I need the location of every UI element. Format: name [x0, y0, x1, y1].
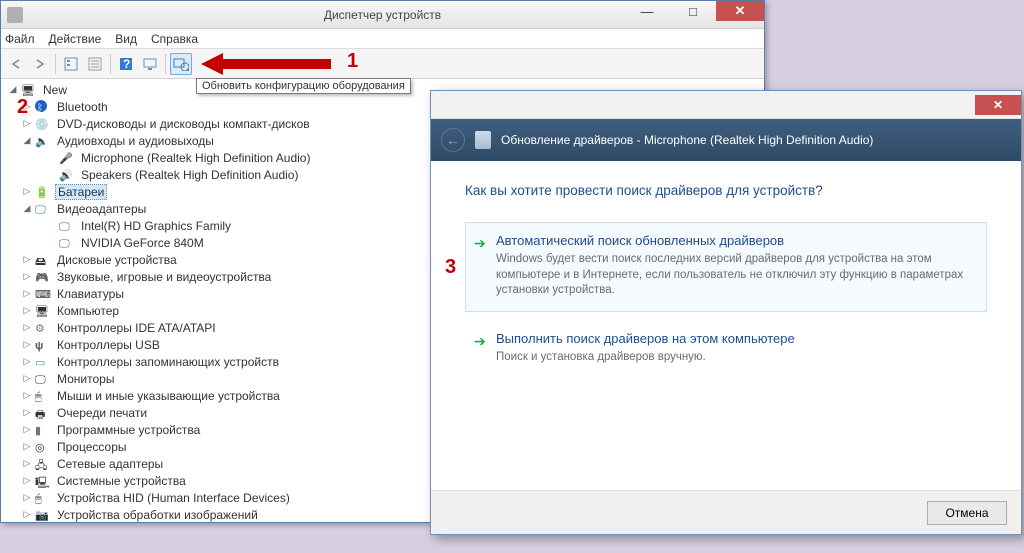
annotation-number-2: 2: [17, 96, 28, 119]
storage-icon: [35, 355, 51, 369]
toolbar-scan-button[interactable]: [139, 53, 161, 75]
toolbar-show-hide-button[interactable]: [60, 53, 82, 75]
microphone-icon: [59, 151, 75, 165]
dialog-header: ← Обновление драйверов - Microphone (Rea…: [431, 119, 1021, 161]
camera-icon: [35, 508, 51, 522]
mouse-icon: [35, 389, 51, 403]
maximize-button[interactable]: □: [670, 1, 716, 21]
monitor-icon: [35, 372, 51, 386]
annotation-number-3: 3: [445, 256, 456, 279]
dialog-header-title: Обновление драйверов - Microphone (Realt…: [501, 133, 873, 147]
menu-action[interactable]: Действие: [49, 32, 102, 46]
dialog-question: Как вы хотите провести поиск драйверов д…: [465, 183, 987, 198]
system-device-icon: [35, 474, 51, 488]
toolbar-help-button[interactable]: ?: [115, 53, 137, 75]
option-browse-computer[interactable]: ➔ Выполнить поиск драйверов на этом комп…: [465, 320, 987, 379]
keyboard-icon: [35, 287, 51, 301]
disk-icon: [35, 253, 51, 267]
system-icon: [7, 7, 23, 23]
dm-menubar: Файл Действие Вид Справка: [1, 29, 764, 49]
menu-help[interactable]: Справка: [151, 32, 198, 46]
computer-icon: [35, 304, 51, 318]
toolbar-properties-button[interactable]: [84, 53, 106, 75]
list-icon: [88, 57, 102, 71]
cpu-icon: [35, 440, 51, 454]
scan-hardware-icon: [173, 57, 189, 71]
cancel-button[interactable]: Отмена: [927, 501, 1007, 525]
tree-icon: [64, 57, 78, 71]
controller-icon: [35, 321, 51, 335]
usb-icon: [35, 338, 51, 352]
arrow-right-icon: ➔: [474, 235, 486, 252]
display-adapter-icon: [35, 202, 51, 216]
display-adapter-icon: [59, 236, 75, 250]
printer-icon: [35, 406, 51, 420]
option-auto-desc: Windows будет вести поиск последних верс…: [496, 252, 970, 299]
menu-file[interactable]: Файл: [5, 32, 35, 46]
dialog-close-button[interactable]: ✕: [975, 95, 1021, 115]
arrow-left-icon: [9, 58, 23, 70]
device-icon: [475, 131, 491, 149]
bluetooth-icon: [35, 100, 51, 114]
close-button[interactable]: ✕: [716, 1, 764, 21]
hid-icon: [35, 491, 51, 505]
toolbar-scan-hardware-button[interactable]: [170, 53, 192, 75]
annotation-arrow: [201, 53, 331, 75]
dialog-back-button[interactable]: ←: [441, 128, 465, 152]
arrow-right-icon: ➔: [474, 333, 486, 350]
display-adapter-icon: [59, 219, 75, 233]
minimize-button[interactable]: —: [624, 1, 670, 21]
dialog-body: Как вы хотите провести поиск драйверов д…: [431, 161, 1021, 490]
toolbar-forward-button[interactable]: [29, 53, 51, 75]
annotation-number-1: 1: [347, 50, 358, 73]
monitor-icon: [143, 57, 157, 71]
option-browse-title: Выполнить поиск драйверов на этом компью…: [496, 331, 970, 346]
svg-text:?: ?: [123, 57, 130, 71]
option-auto-search[interactable]: ➔ Автоматический поиск обновленных драйв…: [465, 222, 987, 312]
sound-game-icon: [35, 270, 51, 284]
computer-icon: [21, 83, 37, 97]
dm-window-title: Диспетчер устройств: [324, 8, 441, 22]
dialog-footer: Отмена: [431, 490, 1021, 534]
battery-icon: [35, 185, 51, 199]
software-device-icon: [35, 423, 51, 437]
speaker-icon: [59, 168, 75, 182]
dialog-titlebar[interactable]: ✕: [431, 91, 1021, 119]
network-icon: [35, 457, 51, 471]
arrow-right-icon: [33, 58, 47, 70]
dvd-icon: [35, 117, 51, 131]
option-auto-title: Автоматический поиск обновленных драйвер…: [496, 233, 970, 248]
toolbar-tooltip: Обновить конфигурацию оборудования: [196, 78, 411, 94]
audio-icon: [35, 134, 51, 148]
option-browse-desc: Поиск и установка драйверов вручную.: [496, 350, 970, 366]
dm-titlebar[interactable]: Диспетчер устройств — □ ✕: [1, 1, 764, 29]
toolbar-back-button[interactable]: [5, 53, 27, 75]
driver-update-dialog: ✕ ← Обновление драйверов - Microphone (R…: [430, 90, 1022, 535]
dm-toolbar: ? 1: [1, 49, 764, 79]
help-icon: ?: [119, 57, 133, 71]
menu-view[interactable]: Вид: [115, 32, 137, 46]
